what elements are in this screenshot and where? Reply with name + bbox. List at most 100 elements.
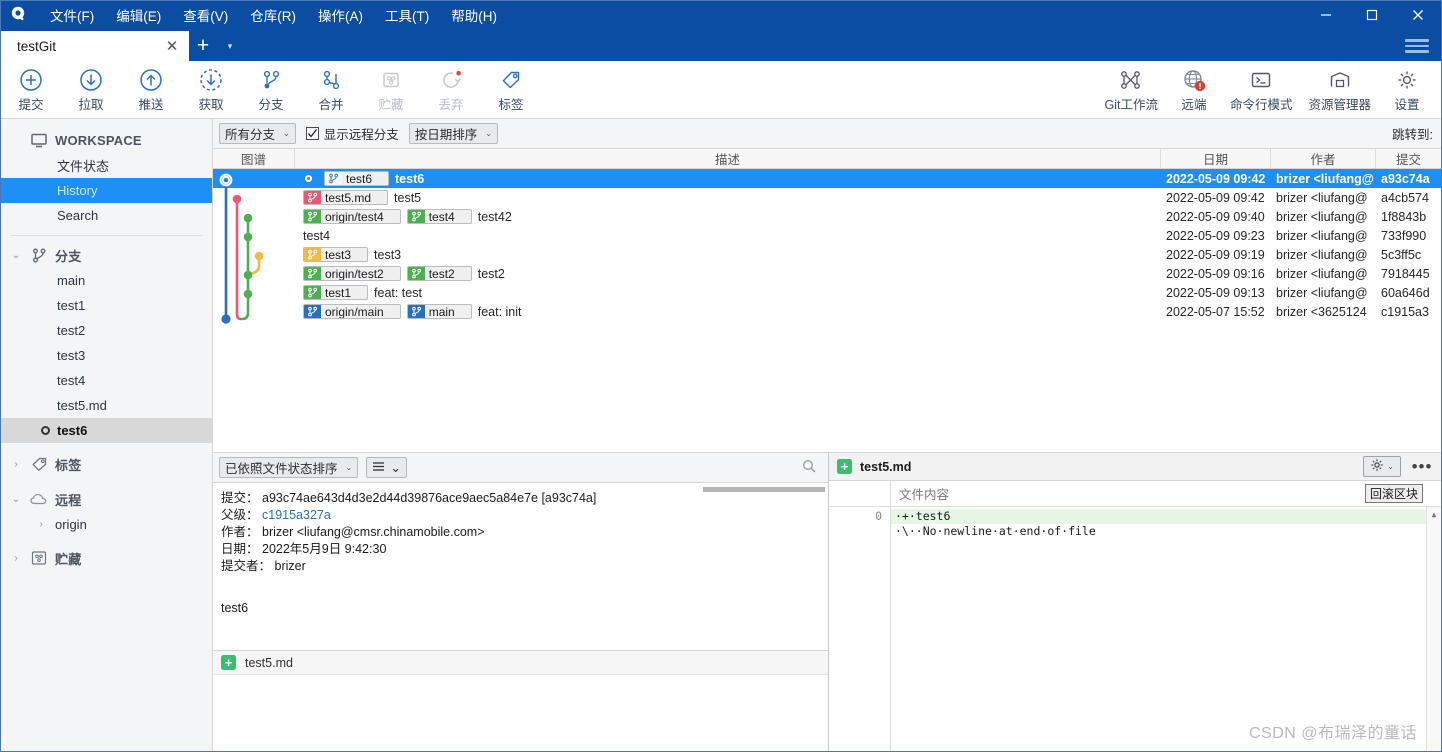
chevron-down-icon[interactable]: ⌄ — [9, 494, 23, 505]
branch-ref-chip[interactable]: main — [406, 304, 472, 319]
changed-file-list[interactable] — [213, 675, 828, 751]
gitflow-button[interactable]: Git工作流 — [1096, 63, 1165, 117]
menu-file[interactable]: 文件(F) — [39, 1, 105, 29]
add-tab-button[interactable]: + — [189, 31, 217, 61]
explorer-button[interactable]: 资源管理器 — [1300, 63, 1379, 117]
menu-tools[interactable]: 工具(T) — [374, 1, 440, 29]
sidebar-section-stashes[interactable]: › 贮藏 — [1, 545, 212, 571]
table-row[interactable]: test5.md test5 2022-05-09 09:42 brizer <… — [213, 188, 1441, 207]
cloud-icon — [29, 492, 49, 506]
table-row[interactable]: test6 test6 2022-05-09 09:42 brizer <liu… — [213, 169, 1441, 188]
show-remote-branches-checkbox[interactable]: 显示远程分支 — [305, 124, 399, 143]
remote-button[interactable]: 远端 — [1166, 63, 1222, 117]
branch-button[interactable]: 分支 — [241, 63, 301, 117]
chevron-down-icon[interactable]: ⌄ — [9, 250, 23, 261]
sidebar-item-branch-test3[interactable]: test3 — [1, 343, 212, 368]
column-header-commit[interactable]: 提交 — [1376, 149, 1441, 168]
monitor-icon — [29, 133, 49, 148]
settings-button[interactable]: 设置 — [1379, 63, 1435, 117]
chevron-right-icon[interactable]: › — [9, 553, 23, 564]
commit-list[interactable]: test6 test6 2022-05-09 09:42 brizer <liu… — [213, 169, 1441, 453]
sort-order-dropdown[interactable]: 按日期排序 ⌄ — [408, 123, 498, 144]
table-row[interactable]: test1 feat: test 2022-05-09 09:13 brizer… — [213, 283, 1441, 302]
menu-repository[interactable]: 仓库(R) — [239, 1, 307, 29]
column-header-author[interactable]: 作者 — [1271, 149, 1376, 168]
branch-ref-chip[interactable]: test6 — [324, 171, 390, 186]
branch-filter-dropdown[interactable]: 所有分支 ⌄ — [219, 123, 296, 144]
parent-value[interactable]: c1915a327a — [262, 508, 331, 522]
search-icon[interactable] — [802, 459, 816, 476]
merge-button[interactable]: 合并 — [301, 63, 361, 117]
table-row[interactable]: test3 test3 2022-05-09 09:19 brizer <liu… — [213, 245, 1441, 264]
sidebar-section-remotes[interactable]: ⌄ 远程 — [1, 486, 212, 512]
sidebar-item-branch-test5md[interactable]: test5.md — [1, 393, 212, 418]
file-sort-dropdown[interactable]: 已依照文件状态排序 ⌄ — [219, 457, 359, 478]
diff-settings-button[interactable]: ⌄ — [1363, 456, 1401, 477]
diff-subheader: 文件内容 回滚区块 — [829, 481, 1441, 507]
stash-button[interactable]: 贮藏 — [361, 63, 421, 117]
toolbar-label: 命令行模式 — [1229, 98, 1293, 112]
sidebar-item-search[interactable]: Search — [1, 203, 212, 228]
rollback-hunk-button[interactable]: 回滚区块 — [1364, 484, 1423, 503]
chevron-right-icon[interactable]: › — [35, 519, 47, 530]
tab-testgit[interactable]: testGit ✕ — [1, 31, 189, 61]
sidebar-item-branch-test4[interactable]: test4 — [1, 368, 212, 393]
diff-content[interactable]: 0 ·+·test6 ·\··No·newline·at·end·of·file… — [829, 507, 1441, 751]
branch-ref-chip[interactable]: origin/main — [303, 304, 401, 319]
list-view-button[interactable]: ⌄ — [366, 457, 408, 478]
sidebar-section-tags[interactable]: › 标签 — [1, 451, 212, 477]
table-row[interactable]: origin/main main feat: init 2022-05-07 1… — [213, 302, 1441, 321]
push-button[interactable]: 推送 — [121, 63, 181, 117]
close-button[interactable] — [1395, 1, 1441, 29]
author-label: 作者： — [221, 525, 259, 539]
branch-ref-chip[interactable]: origin/test4 — [303, 209, 401, 224]
terminal-button[interactable]: 命令行模式 — [1222, 63, 1301, 117]
branch-ref-chip[interactable]: test1 — [303, 285, 369, 300]
column-header-date[interactable]: 日期 — [1161, 149, 1271, 168]
tag-button[interactable]: 标签 — [481, 63, 541, 117]
menu-help[interactable]: 帮助(H) — [440, 1, 508, 29]
commit-button[interactable]: 提交 — [1, 63, 61, 117]
close-icon[interactable]: ✕ — [161, 35, 183, 57]
sidebar-section-workspace[interactable]: WORKSPACE — [1, 127, 212, 153]
diff-scrollbar[interactable]: ▲ — [1426, 507, 1441, 751]
sidebar-item-branch-test6[interactable]: test6 — [1, 418, 212, 443]
minimize-button[interactable] — [1303, 1, 1349, 29]
branch-icon — [304, 305, 321, 318]
column-header-description[interactable]: 描述 — [295, 149, 1161, 168]
menu-edit[interactable]: 编辑(E) — [105, 1, 172, 29]
maximize-button[interactable] — [1349, 1, 1395, 29]
branch-ref-chip[interactable]: test4 — [406, 209, 472, 224]
sidebar-item-file-status[interactable]: 文件状态 — [1, 153, 212, 178]
changed-file-row[interactable]: + test5.md — [213, 651, 828, 675]
sidebar-item-remote-origin[interactable]: › origin — [1, 512, 212, 537]
fetch-button[interactable]: 获取 — [181, 63, 241, 117]
hamburger-menu-icon[interactable] — [1405, 36, 1429, 56]
sidebar-item-branch-main[interactable]: main — [1, 268, 212, 293]
row-hash-cell: 1f8843b — [1381, 209, 1427, 224]
sidebar-item-history[interactable]: History — [1, 178, 212, 203]
scrollbar-thumb[interactable] — [703, 487, 825, 492]
sidebar-item-branch-test1[interactable]: test1 — [1, 293, 212, 318]
more-dots-icon[interactable]: ••• — [1409, 457, 1435, 477]
sidebar-section-branches[interactable]: ⌄ 分支 — [1, 242, 212, 268]
chevron-down-icon[interactable]: ▾ — [217, 31, 243, 61]
history-filter-bar: 所有分支 ⌄ 显示远程分支 按日期排序 ⌄ 跳转到: — [213, 119, 1441, 149]
sidebar-item-branch-test2[interactable]: test2 — [1, 318, 212, 343]
branch-ref-chip[interactable]: origin/test2 — [303, 266, 401, 281]
branch-ref-chip[interactable]: test2 — [406, 266, 472, 281]
menu-view[interactable]: 查看(V) — [172, 1, 239, 29]
branch-ref-chip[interactable]: test5.md — [303, 190, 389, 205]
chevron-up-icon[interactable]: ▲ — [1427, 507, 1441, 522]
column-header-graph[interactable]: 图谱 — [213, 149, 295, 168]
pull-button[interactable]: 拉取 — [61, 63, 121, 117]
table-row[interactable]: test4 2022-05-09 09:23 brizer <liufang@ … — [213, 226, 1441, 245]
diff-panel: + test5.md ⌄ ••• 文件内容 回滚区块 0 ·+·test6 ·\… — [829, 453, 1441, 751]
chevron-right-icon[interactable]: › — [9, 459, 23, 470]
branch-ref-chip[interactable]: test3 — [303, 247, 369, 262]
table-row[interactable]: origin/test4 test4 test42 2022-05-09 09:… — [213, 207, 1441, 226]
table-row[interactable]: origin/test2 test2 test2 2022-05-09 09:1… — [213, 264, 1441, 283]
discard-button[interactable]: 丢弃 — [421, 63, 481, 117]
menu-actions[interactable]: 操作(A) — [307, 1, 374, 29]
body-area: WORKSPACE 文件状态 History Search ⌄ 分支 main … — [1, 119, 1441, 751]
